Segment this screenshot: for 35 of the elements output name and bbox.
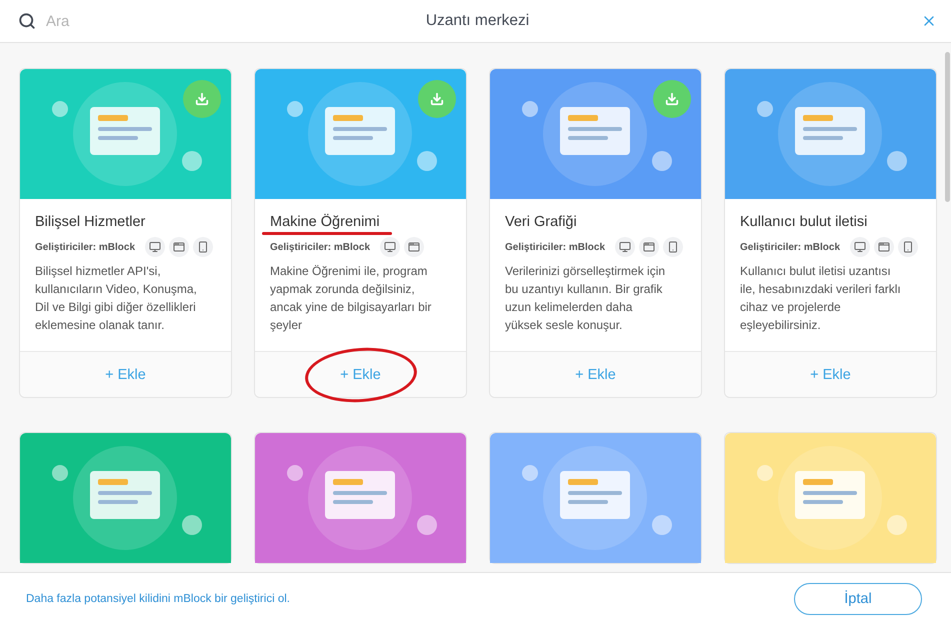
extension-title: Bilişsel Hizmetler [35, 214, 146, 230]
mobile-icon [193, 237, 214, 257]
extension-description: Kullanıcı bulut iletisi uzantısı ile, hesabınızdaki verileri farklı cihaz ve projelerde eşleyebilirsiniz. [740, 263, 902, 334]
cancel-button[interactable]: İptal [794, 583, 922, 615]
browser-icon [169, 237, 190, 257]
mobile-icon [898, 237, 918, 257]
extension-title: Veri Grafiği [505, 214, 577, 230]
desktop-icon [380, 237, 400, 257]
extension-title: Makine Öğrenimi [270, 214, 380, 230]
browser-icon [874, 237, 894, 257]
add-button[interactable]: + Ekle [569, 366, 622, 384]
download-icon [195, 92, 209, 106]
desktop-icon [850, 237, 870, 257]
developer-link[interactable]: Daha fazla potansiyel kilidini mBlock bir geliştirici ol. [26, 593, 290, 605]
download-icon [430, 92, 444, 106]
extension-description: Bilişsel hizmetler API'si, kullanıcıların Video, Konuşma, Dil ve Bilgi gibi diğer özellikleri eklemesine olanak tanır. [35, 263, 198, 334]
desktop-icon [145, 237, 166, 257]
developer-label: Geliştiriciler: mBlock [35, 242, 136, 252]
add-button[interactable]: + Ekle [804, 366, 857, 384]
extension-description: Verilerinizi görselleştirmek için bu uzantıyı kullanın. Bir grafik uzun kelimelerden daha yüksek sesle konuşur. [505, 263, 666, 334]
browser-icon [404, 237, 424, 257]
extension-description: Makine Öğrenimi ile, program yapmak zorunda değilsiniz, ancak yine de bilgisayarları bir şeyler [270, 263, 432, 334]
scrollbar-thumb[interactable] [945, 52, 950, 202]
browser-icon [639, 237, 660, 257]
developer-label: Geliştiriciler: mBlock [505, 242, 606, 252]
developer-label: Geliştiriciler: mBlock [270, 242, 370, 252]
add-button[interactable]: + Ekle [334, 366, 387, 384]
developer-label: Geliştiriciler: mBlock [740, 242, 840, 252]
dialog-title: Uzantı merkezi [426, 12, 530, 30]
add-button[interactable]: + Ekle [99, 366, 152, 384]
mobile-icon [663, 237, 684, 257]
extension-title: Kullanıcı bulut iletisi [740, 214, 868, 230]
search-icon [18, 12, 36, 30]
desktop-icon [615, 237, 636, 257]
download-icon [665, 92, 679, 106]
